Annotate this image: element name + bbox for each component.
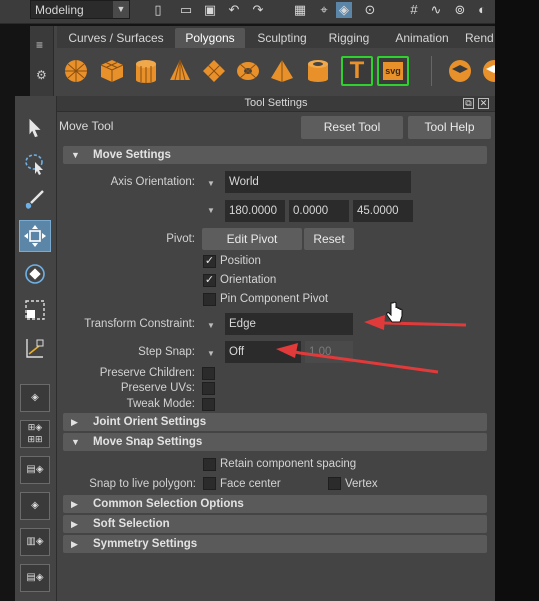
annotation-arrowhead-step-snap (276, 343, 298, 358)
annotation-arrowhead-edge (364, 315, 385, 330)
viewport-edge (495, 0, 539, 601)
hand-cursor-icon (386, 301, 403, 323)
annotation-overlay (276, 301, 467, 374)
annotation-arrow-edge (371, 320, 467, 327)
annotation-arrow-step-snap (289, 349, 439, 374)
